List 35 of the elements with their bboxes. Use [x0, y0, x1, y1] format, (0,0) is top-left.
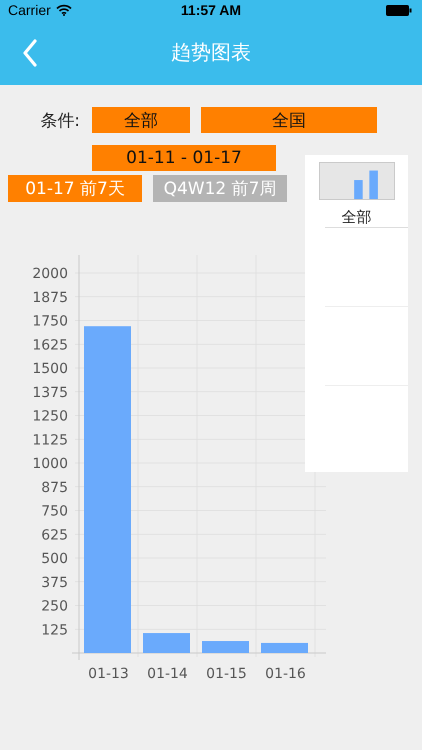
y-tick-label: 2000 [32, 266, 68, 282]
y-tick-label: 625 [41, 527, 68, 544]
y-tick-label: 1000 [32, 456, 68, 472]
region-button[interactable]: 全部 [92, 107, 190, 133]
bar [261, 642, 308, 653]
condition-label: 条件: [39, 110, 80, 132]
x-tick-label: 01-13 [88, 666, 129, 682]
y-tick-label: 250 [41, 598, 68, 614]
legend-label: 全部 [342, 208, 372, 227]
x-tick-label: 01-15 [206, 666, 247, 682]
x-tick-label: 01-14 [147, 666, 188, 682]
y-tick-label: 1625 [32, 337, 68, 354]
date-range-button[interactable]: 01-11 - 01-17 [92, 145, 276, 171]
y-tick-label: 1500 [32, 361, 68, 377]
y-tick-label: 375 [41, 574, 68, 591]
y-tick-label: 125 [41, 622, 68, 638]
bar-chart-icon [316, 162, 396, 200]
y-tick-label: 1250 [32, 408, 68, 424]
wifi-icon [56, 4, 72, 16]
y-tick-label: 1375 [32, 384, 68, 401]
y-tick-label: 1875 [32, 290, 68, 306]
y-tick-label: 500 [41, 551, 68, 567]
bar [202, 641, 249, 653]
battery-icon [386, 4, 412, 16]
y-tick-label: 875 [41, 480, 68, 496]
x-tick-label: 01-16 [265, 666, 306, 682]
carrier-name: Carrier [8, 2, 51, 18]
y-tick-label: 1750 [32, 314, 68, 330]
area-button[interactable]: 全国 [201, 107, 377, 133]
back-icon[interactable] [22, 38, 38, 66]
status-time: 11:57 AM [180, 2, 242, 18]
page-title: 趋势图表 [171, 39, 251, 66]
bar [143, 633, 190, 653]
y-tick-label: 1125 [32, 432, 68, 448]
y-tick-label: 750 [41, 504, 68, 520]
